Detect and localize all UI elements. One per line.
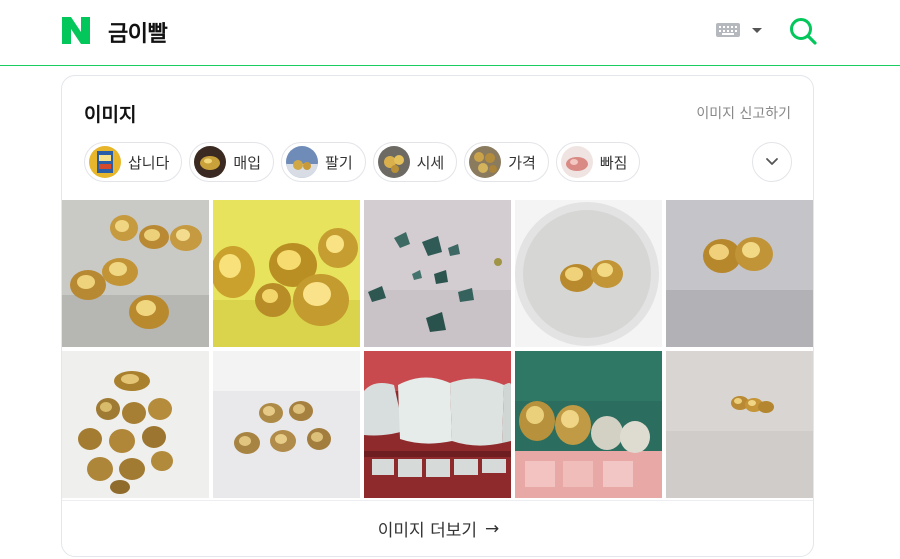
chip-purchase[interactable]: 매입 <box>189 142 275 182</box>
image-grid <box>62 200 813 498</box>
image-thumbnail[interactable] <box>364 351 511 498</box>
chip-label: 팔기 <box>325 153 353 172</box>
chip-sell[interactable]: 팔기 <box>281 142 366 182</box>
chip-label: 가격 <box>508 153 536 172</box>
chip-label: 삽니다 <box>128 153 170 172</box>
chip-thumbnail <box>89 146 121 178</box>
image-thumbnail[interactable] <box>515 351 662 498</box>
section-title: 이미지 <box>84 104 137 126</box>
image-thumbnail[interactable] <box>213 200 360 347</box>
image-thumbnail[interactable] <box>62 200 209 347</box>
chip-fell-out[interactable]: 빠짐 <box>555 142 641 182</box>
chevron-down-icon <box>766 158 778 165</box>
image-thumbnail[interactable] <box>62 351 209 498</box>
arrow-right-icon: → <box>485 518 500 539</box>
chip-label: 시세 <box>416 153 445 172</box>
chip-thumbnail <box>469 146 502 178</box>
image-thumbnail[interactable] <box>213 351 360 498</box>
image-thumbnail[interactable] <box>666 200 813 347</box>
image-thumbnail[interactable] <box>666 351 813 498</box>
report-image-link[interactable]: 이미지 신고하기 <box>696 103 791 123</box>
chip-thumbnail <box>560 146 593 178</box>
search-query-text[interactable]: 금이빨 <box>108 16 168 48</box>
search-icon[interactable] <box>788 16 818 46</box>
keyboard-dropdown-icon[interactable] <box>752 28 762 33</box>
chip-label: 매입 <box>233 153 262 172</box>
chip-thumbnail <box>194 146 227 178</box>
chip-market-price[interactable]: 시세 <box>372 142 458 182</box>
chip-thumbnail <box>286 146 319 178</box>
more-images-link[interactable]: 이미지 더보기 → <box>62 500 813 556</box>
chip-thumbnail <box>377 146 410 178</box>
chip-buy[interactable]: 삽니다 <box>84 142 183 182</box>
chip-label: 빠짐 <box>599 153 628 172</box>
keyboard-icon[interactable] <box>716 23 740 37</box>
image-section-card: 이미지 이미지 신고하기 삽니다 매입 팔기 시세 가격 빠짐 이미지 더보기 … <box>61 75 814 557</box>
more-images-label: 이미지 더보기 <box>377 521 477 541</box>
naver-logo-icon[interactable] <box>62 17 90 44</box>
search-header: 금이빨 <box>0 0 900 66</box>
chip-price[interactable]: 가격 <box>464 142 549 182</box>
more-chips-button[interactable] <box>752 142 792 182</box>
related-keyword-chips: 삽니다 매입 팔기 시세 가격 빠짐 <box>84 142 641 182</box>
image-thumbnail[interactable] <box>364 200 511 347</box>
image-thumbnail[interactable] <box>515 200 662 347</box>
